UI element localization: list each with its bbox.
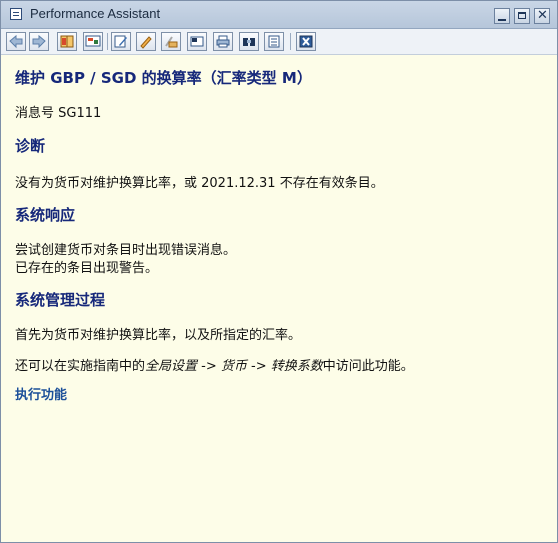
link-icon [165, 36, 178, 48]
pencil-icon [140, 36, 152, 49]
print-icon [216, 35, 230, 48]
technical-info-icon [85, 35, 101, 47]
close-icon: ✕ [537, 8, 548, 23]
path-arrow: -> [246, 359, 271, 374]
technical-info-button[interactable] [83, 32, 103, 51]
system-response-line-1: 尝试创建货币对条目时出现错误消息。 [15, 243, 237, 258]
maximize-icon [518, 12, 526, 19]
find-button[interactable] [239, 32, 259, 51]
toolbar [1, 29, 557, 55]
message-number: 消息号 SG111 [15, 106, 102, 121]
forward-button[interactable] [29, 32, 49, 51]
img-path-conversion-factors: 转换系数 [270, 359, 323, 374]
toolbar-separator [290, 33, 291, 50]
img-path-global-settings: 全局设置 [145, 359, 198, 374]
title-bar[interactable]: Performance Assistant ✕ [1, 1, 557, 29]
link-button[interactable] [161, 32, 181, 51]
system-response-heading: 系统响应 [15, 206, 76, 224]
document-button[interactable] [264, 32, 284, 51]
page-title: 维护 GBP / SGD 的换算率（汇率类型 M） [15, 69, 312, 87]
performance-assistant-window: Performance Assistant ✕ 维护 GBP / SGD 的换算… [0, 0, 558, 543]
path-arrow: -> [197, 359, 221, 374]
diagnosis-text: 没有为货币对维护换算比率，或 2021.12.31 不存在有效条目。 [15, 176, 384, 191]
document-icon [268, 35, 280, 48]
minimize-button[interactable] [494, 8, 510, 24]
book-button[interactable] [57, 32, 77, 51]
minimize-icon [498, 19, 506, 21]
book-icon [60, 35, 74, 48]
close-button[interactable]: ✕ [534, 8, 550, 24]
admin-text-suffix: 中访问此功能。 [322, 359, 414, 374]
page-button[interactable] [187, 32, 207, 51]
close-window-button[interactable] [296, 32, 316, 51]
print-button[interactable] [213, 32, 233, 51]
page-icon [190, 36, 204, 47]
admin-procedure-text-1: 首先为货币对维护换算比率，以及所指定的汇率。 [15, 328, 302, 343]
edit-button[interactable] [111, 32, 131, 51]
admin-procedure-text-2: 还可以在实施指南中的全局设置 -> 货币 -> 转换系数中访问此功能。 [15, 355, 414, 374]
admin-text-prefix: 还可以在实施指南中的 [15, 359, 146, 374]
diagnosis-heading: 诊断 [15, 137, 46, 155]
execute-function-link[interactable]: 执行功能 [15, 384, 67, 403]
pencil-button[interactable] [136, 32, 156, 51]
find-icon [243, 38, 255, 46]
edit-icon [114, 35, 127, 48]
toolbar-separator [107, 33, 108, 50]
close-window-icon [299, 35, 313, 48]
maximize-button[interactable] [514, 8, 530, 24]
system-response-line-2: 已存在的条目出现警告。 [15, 261, 159, 276]
window-title: Performance Assistant [30, 6, 161, 21]
window-icon [10, 8, 22, 20]
admin-procedure-heading: 系统管理过程 [15, 291, 106, 309]
back-button[interactable] [6, 32, 26, 51]
img-path-currencies: 货币 [220, 359, 247, 374]
back-arrow-icon [9, 34, 23, 49]
forward-arrow-icon [32, 34, 46, 49]
